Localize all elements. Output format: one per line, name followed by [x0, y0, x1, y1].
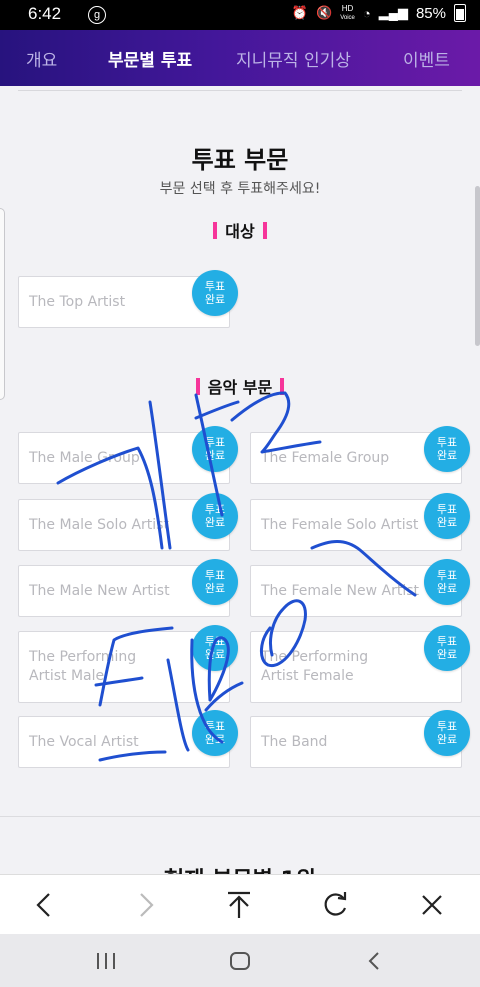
- section-title-grand: 대상: [0, 218, 480, 242]
- section-bar-right: [280, 378, 285, 395]
- status-icons: ⏰ 🔇 HD Voice ◔ ▂▄▆ 85%: [292, 4, 466, 22]
- signal-icon: ▂▄▆: [378, 5, 408, 20]
- section-bar-left: [195, 378, 200, 395]
- status-bar: 6:42 g ⏰ 🔇 HD Voice ◔ ▂▄▆ 85%: [0, 0, 480, 30]
- tab-genie-popularity[interactable]: 지니뮤직 인기상: [236, 46, 351, 71]
- tab-overview[interactable]: 개요: [26, 46, 57, 71]
- tab-event[interactable]: 이벤트: [403, 46, 450, 71]
- forward-icon[interactable]: [126, 885, 166, 925]
- category-label: The Performing Artist Male: [29, 649, 137, 684]
- vote-complete-badge: 투표 완료: [424, 493, 470, 539]
- tab-bar: 개요 부문별 투표 지니뮤직 인기상 이벤트: [0, 30, 480, 86]
- home-icon[interactable]: [220, 944, 260, 978]
- category-label: The Female New Artist: [261, 582, 420, 599]
- mute-icon: 🔇: [316, 5, 333, 20]
- page-subtitle: 부문 선택 후 투표해주세요!: [159, 181, 321, 197]
- category-label: The Male New Artist: [29, 582, 170, 599]
- battery-icon: [454, 4, 466, 22]
- current-leaders-title: 현재 부문별 1위: [0, 862, 480, 874]
- refresh-icon[interactable]: [315, 885, 355, 925]
- vote-content: 투표 부문 부문 선택 후 투표해주세요! 대상 The Top Artist …: [0, 86, 480, 874]
- recent-apps-icon[interactable]: [86, 944, 126, 978]
- section-bar-left: [213, 222, 218, 239]
- section-divider: [0, 816, 480, 817]
- back-icon[interactable]: [24, 885, 64, 925]
- section-bar-right: [262, 222, 267, 239]
- vote-complete-badge: 투표 완료: [192, 710, 238, 756]
- close-icon[interactable]: [412, 885, 452, 925]
- scrollbar[interactable]: [475, 186, 480, 346]
- wifi-icon: ◔: [362, 5, 371, 21]
- system-back-icon[interactable]: [354, 944, 394, 978]
- vote-complete-badge: 투표 완료: [424, 710, 470, 756]
- battery-percent: 85%: [415, 4, 446, 22]
- hd-voice-icon: HD Voice: [340, 3, 355, 21]
- vote-complete-badge: 투표 완료: [424, 559, 470, 605]
- vote-complete-badge: 투표 완료: [192, 270, 238, 316]
- category-label: The Vocal Artist: [29, 733, 139, 750]
- browser-toolbar: [0, 874, 480, 935]
- status-time: 6:42: [28, 4, 62, 23]
- category-label: The Performing Artist Female: [261, 649, 369, 684]
- vote-complete-badge: 투표 완료: [192, 493, 238, 539]
- category-label: The Male Solo Artist: [29, 516, 169, 533]
- alarm-icon: ⏰: [291, 5, 309, 20]
- vote-complete-badge: 투표 완료: [424, 625, 470, 671]
- category-label: The Male Group: [29, 449, 140, 466]
- vote-complete-badge: 투표 완료: [424, 426, 470, 472]
- category-label: The Female Group: [261, 449, 390, 466]
- page-title: 투표 부문: [191, 146, 289, 174]
- vote-complete-badge: 투표 완료: [192, 426, 238, 472]
- tab-category-vote[interactable]: 부문별 투표: [108, 46, 192, 71]
- system-nav-bar: [0, 934, 480, 987]
- divider: [18, 90, 462, 91]
- vote-complete-badge: 투표 완료: [192, 625, 238, 671]
- scroll-top-icon[interactable]: [219, 885, 259, 925]
- category-label: The Band: [261, 733, 328, 750]
- app-notification-icon: g: [88, 6, 106, 24]
- section-title-music: 음악 부문: [0, 374, 480, 398]
- category-label: The Female Solo Artist: [261, 516, 419, 533]
- vote-complete-badge: 투표 완료: [192, 559, 238, 605]
